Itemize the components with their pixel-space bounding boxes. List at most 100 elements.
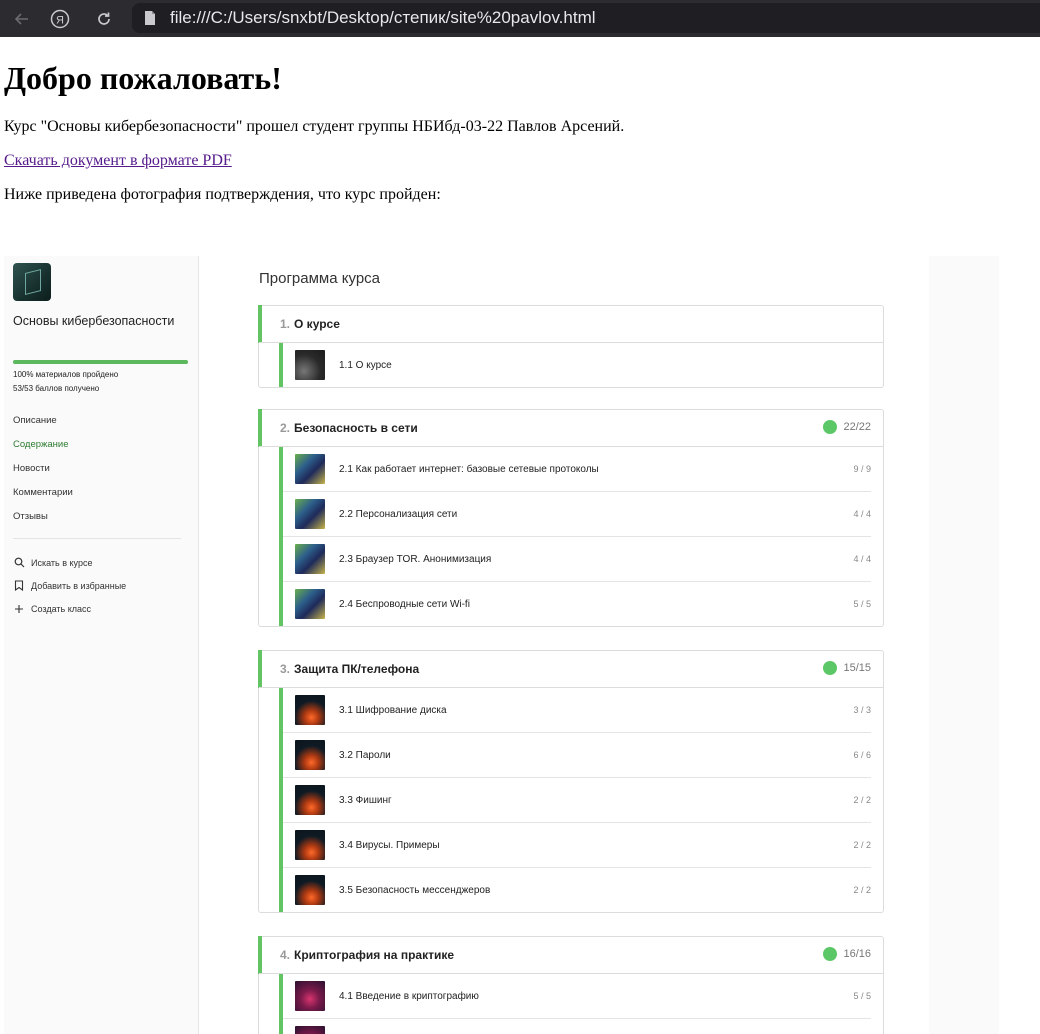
lesson-title: 4.1 Введение в криптографию [339, 990, 479, 1002]
section-header[interactable]: 3. Защита ПК/телефона 15/15 [259, 651, 883, 688]
reload-button[interactable] [90, 5, 118, 33]
reload-icon [98, 12, 110, 25]
lesson-score: 4 / 4 [853, 554, 871, 564]
section-title: О курсе [294, 317, 340, 331]
sidebar-divider [13, 538, 181, 539]
course-progress-fill [13, 360, 188, 364]
lesson-thumbnail [295, 695, 325, 725]
program-title: Программа курса [259, 270, 381, 287]
lesson-row[interactable]: 3.4 Вирусы. Примеры 2 / 2 [283, 823, 871, 868]
lesson-title: 2.3 Браузер TOR. Анонимизация [339, 553, 492, 565]
lesson-title: 3.5 Безопасность мессенджеров [339, 884, 491, 896]
intro-text: Курс "Основы кибербезопасности" прошел с… [4, 118, 625, 135]
completed-dot-icon [823, 661, 838, 675]
lesson-row[interactable]: 2.4 Беспроводные сети Wi-fi 5 / 5 [283, 582, 871, 626]
lesson-thumbnail [295, 350, 325, 380]
create-class-button[interactable]: Создать класс [13, 597, 126, 620]
lesson-score: 6 / 6 [853, 750, 871, 760]
lesson-thumbnail [295, 785, 325, 815]
sidebar-item-1[interactable]: Содержание [13, 438, 73, 462]
lesson-row[interactable] [283, 1019, 871, 1034]
section-number: 2. [280, 421, 291, 435]
course-actions: Искать в курсе Добавить в избранные Созд… [13, 551, 126, 620]
search-in-course-button[interactable]: Искать в курсе [13, 551, 126, 574]
points-progress-text: 53/53 баллов получено [13, 384, 100, 393]
course-section: 2. Безопасность в сети 22/22 2.1 Как работа… [258, 409, 884, 627]
lesson-title: 3.2 Пароли [339, 749, 391, 761]
course-section: 1. О курсе 1.1 О курсе [258, 305, 884, 388]
lesson-title: 2.1 Как работает интернет: базовые сетев… [339, 463, 599, 475]
lesson-score: 3 / 3 [853, 705, 871, 715]
completed-dot-icon [823, 420, 838, 434]
lesson-title: 3.3 Фишинг [339, 794, 392, 806]
lesson-row[interactable]: 1.1 О курсе [283, 343, 871, 387]
section-header[interactable]: 2. Безопасность в сети 22/22 [259, 410, 883, 447]
lesson-row[interactable]: 3.1 Шифрование диска 3 / 3 [283, 688, 871, 733]
section-title: Защита ПК/телефона [294, 662, 420, 676]
lesson-score: 2 / 2 [853, 795, 871, 805]
section-number: 4. [280, 948, 291, 962]
lesson-thumbnail [295, 875, 325, 905]
back-button[interactable] [8, 5, 36, 33]
course-progress-bar [13, 360, 188, 364]
search-in-course-label: Искать в курсе [31, 557, 93, 568]
arrow-left-icon [14, 12, 28, 25]
section-header[interactable]: 4. Криптография на практике 16/16 [259, 937, 883, 974]
section-title: Безопасность в сети [294, 421, 418, 435]
course-title: Основы кибербезопасности [13, 314, 175, 328]
section-header[interactable]: 1. О курсе [259, 306, 883, 343]
bookmark-icon [13, 580, 25, 592]
lesson-list: 3.1 Шифрование диска 3 / 3 3.2 Пароли 6 / 6… [279, 688, 883, 912]
lesson-row[interactable]: 2.1 Как работает интернет: базовые сетев… [283, 447, 871, 492]
course-sidebar: Основы кибербезопасности 100% материалов… [4, 256, 199, 1034]
sidebar-item-2[interactable]: Новости [13, 462, 73, 486]
lesson-title: 2.4 Беспроводные сети Wi-fi [339, 598, 470, 610]
lesson-row[interactable]: 3.2 Пароли 6 / 6 [283, 733, 871, 778]
lesson-row[interactable]: 3.5 Безопасность мессенджеров 2 / 2 [283, 868, 871, 912]
lesson-list: 4.1 Введение в криптографию 5 / 5 [279, 974, 883, 1034]
section-score-text: 16/16 [843, 948, 871, 960]
lesson-title: 3.1 Шифрование диска [339, 704, 447, 716]
photo-caption: Ниже приведена фотография подтверждения,… [4, 186, 441, 203]
section-title: Криптография на практике [294, 948, 455, 962]
section-number: 3. [280, 662, 291, 676]
section-score-text: 15/15 [843, 662, 871, 674]
course-program: Программа курса 1. О курсе 1.1 О курсе 2. Бе… [199, 256, 929, 1034]
lesson-score: 2 / 2 [853, 885, 871, 895]
lesson-thumbnail [295, 981, 325, 1011]
yandex-button[interactable]: Я [46, 5, 74, 33]
lesson-title: 2.2 Персонализация сети [339, 508, 458, 520]
section-number: 1. [280, 317, 291, 331]
address-bar[interactable]: file:///C:/Users/snxbt/Desktop/степик/si… [132, 3, 1040, 33]
sidebar-item-4[interactable]: Отзывы [13, 510, 73, 534]
right-panel [929, 256, 999, 1034]
section-score: 15/15 [823, 661, 871, 675]
url-text: file:///C:/Users/snxbt/Desktop/степик/si… [170, 8, 596, 27]
lesson-row[interactable]: 3.3 Фишинг 2 / 2 [283, 778, 871, 823]
lesson-score: 4 / 4 [853, 509, 871, 519]
sidebar-item-3[interactable]: Комментарии [13, 486, 73, 510]
lesson-title: 3.4 Вирусы. Примеры [339, 839, 440, 851]
pdf-download-link[interactable]: Скачать документ в формате PDF [4, 152, 232, 169]
svg-text:Я: Я [56, 14, 64, 26]
lesson-thumbnail [295, 499, 325, 529]
lesson-row[interactable]: 2.3 Браузер TOR. Анонимизация 4 / 4 [283, 537, 871, 582]
page-content: Добро пожаловать! Курс "Основы кибербезо… [4, 37, 1034, 1034]
section-score: 16/16 [823, 947, 871, 961]
lesson-thumbnail [295, 1026, 325, 1034]
lesson-list: 2.1 Как работает интернет: базовые сетев… [279, 447, 883, 626]
lesson-thumbnail [295, 589, 325, 619]
lesson-row[interactable]: 2.2 Персонализация сети 4 / 4 [283, 492, 871, 537]
add-to-favorites-button[interactable]: Добавить в избранные [13, 574, 126, 597]
course-section: 3. Защита ПК/телефона 15/15 3.1 Шифрование … [258, 650, 884, 913]
section-score: 22/22 [823, 420, 871, 434]
completed-dot-icon [823, 947, 838, 961]
add-to-favorites-label: Добавить в избранные [31, 580, 127, 591]
sidebar-item-0[interactable]: Описание [13, 414, 73, 438]
create-class-label: Создать класс [31, 603, 91, 614]
browser-toolbar: Я file:///C:/Users/snxbt/Desktop/степик/… [0, 0, 1040, 37]
pdf-link-paragraph: Скачать документ в формате PDF [4, 151, 232, 171]
course-screenshot: Основы кибербезопасности 100% материалов… [4, 256, 999, 1034]
course-menu: Описание Содержание Новости Комментарии Отзы… [13, 414, 73, 534]
course-section: 4. Криптография на практике 16/16 4.1 Введе… [258, 936, 884, 1034]
